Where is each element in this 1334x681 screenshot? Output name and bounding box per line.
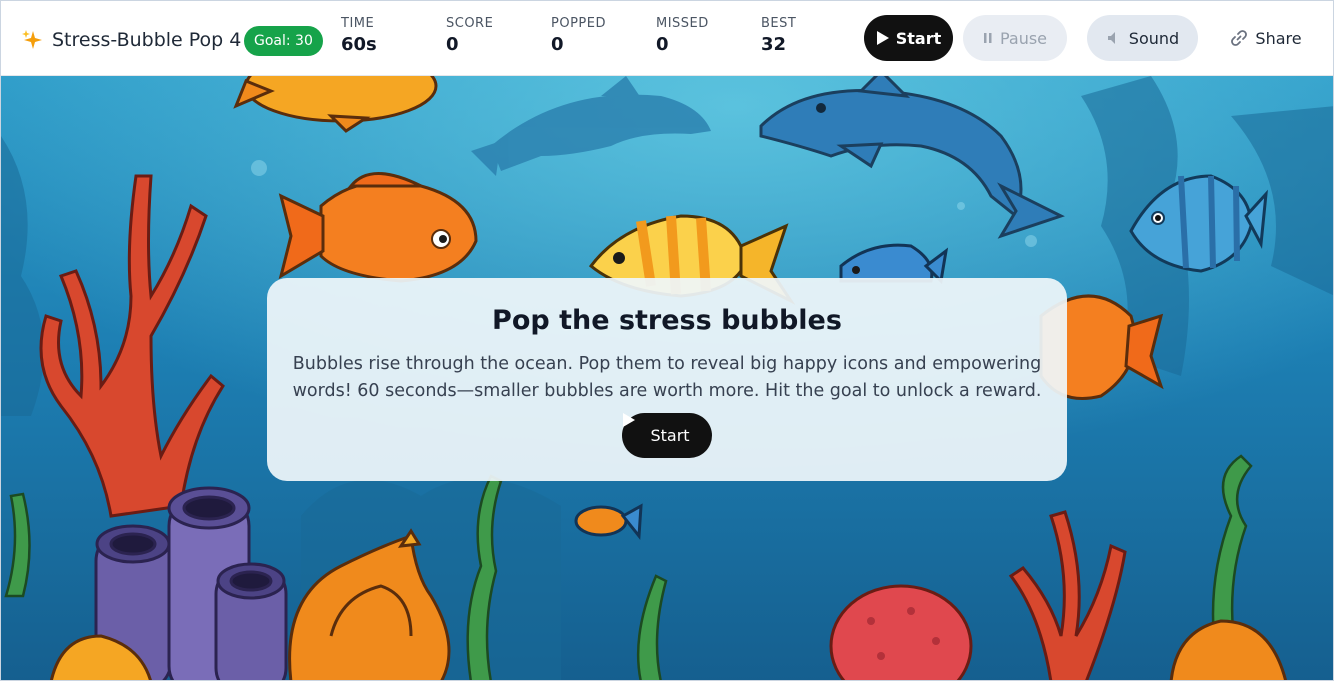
stat-label: BEST: [761, 16, 797, 31]
stat-label: TIME: [341, 16, 375, 31]
sound-button[interactable]: Sound: [1087, 15, 1198, 61]
stat-label: SCORE: [446, 16, 494, 31]
overlay-start-label: Start: [650, 426, 690, 445]
overlay-description: Bubbles rise through the ocean. Pop them…: [292, 354, 1042, 401]
stat-value: 0: [656, 34, 669, 55]
start-button[interactable]: Start: [864, 15, 953, 61]
goal-badge: Goal: 30: [244, 26, 323, 56]
share-button[interactable]: Share: [1221, 15, 1311, 61]
stat-value: 0: [446, 34, 459, 55]
play-icon: [876, 31, 889, 45]
game-board[interactable]: Pop the stress bubbles Bubbles rise thro…: [1, 76, 1333, 680]
overlay-start-button[interactable]: Start: [622, 413, 712, 458]
stat-best: BEST 32: [761, 16, 796, 55]
link-icon: [1230, 29, 1248, 47]
start-button-label: Start: [895, 28, 942, 48]
speaker-muted-icon: [1106, 30, 1122, 46]
stat-value: 60s: [341, 34, 377, 55]
stat-label: MISSED: [656, 16, 709, 31]
stat-value: 32: [761, 34, 787, 55]
stat-label: POPPED: [551, 16, 606, 31]
stat-popped: POPPED 0: [551, 16, 606, 55]
app-title: Stress-Bubble Pop 4: [52, 29, 242, 51]
pause-button[interactable]: Pause: [963, 15, 1067, 61]
top-bar: Stress-Bubble Pop 4 Goal: 30 TIME 60s SC…: [1, 1, 1333, 76]
overlay-title: Pop the stress bubbles: [492, 305, 842, 336]
game-window: Stress-Bubble Pop 4 Goal: 30 TIME 60s SC…: [0, 0, 1334, 681]
stat-value: 0: [551, 34, 564, 55]
pause-button-label: Pause: [999, 28, 1048, 48]
stat-missed: MISSED 0: [656, 16, 709, 55]
pause-icon: [983, 32, 993, 44]
share-button-label: Share: [1255, 28, 1302, 48]
start-overlay: Pop the stress bubbles Bubbles rise thro…: [267, 278, 1067, 481]
stat-time: TIME 60s: [341, 16, 377, 55]
stat-score: SCORE 0: [446, 16, 493, 55]
sparkles-icon: [21, 29, 43, 51]
brand: Stress-Bubble Pop 4: [21, 25, 241, 55]
sound-button-label: Sound: [1128, 28, 1180, 48]
